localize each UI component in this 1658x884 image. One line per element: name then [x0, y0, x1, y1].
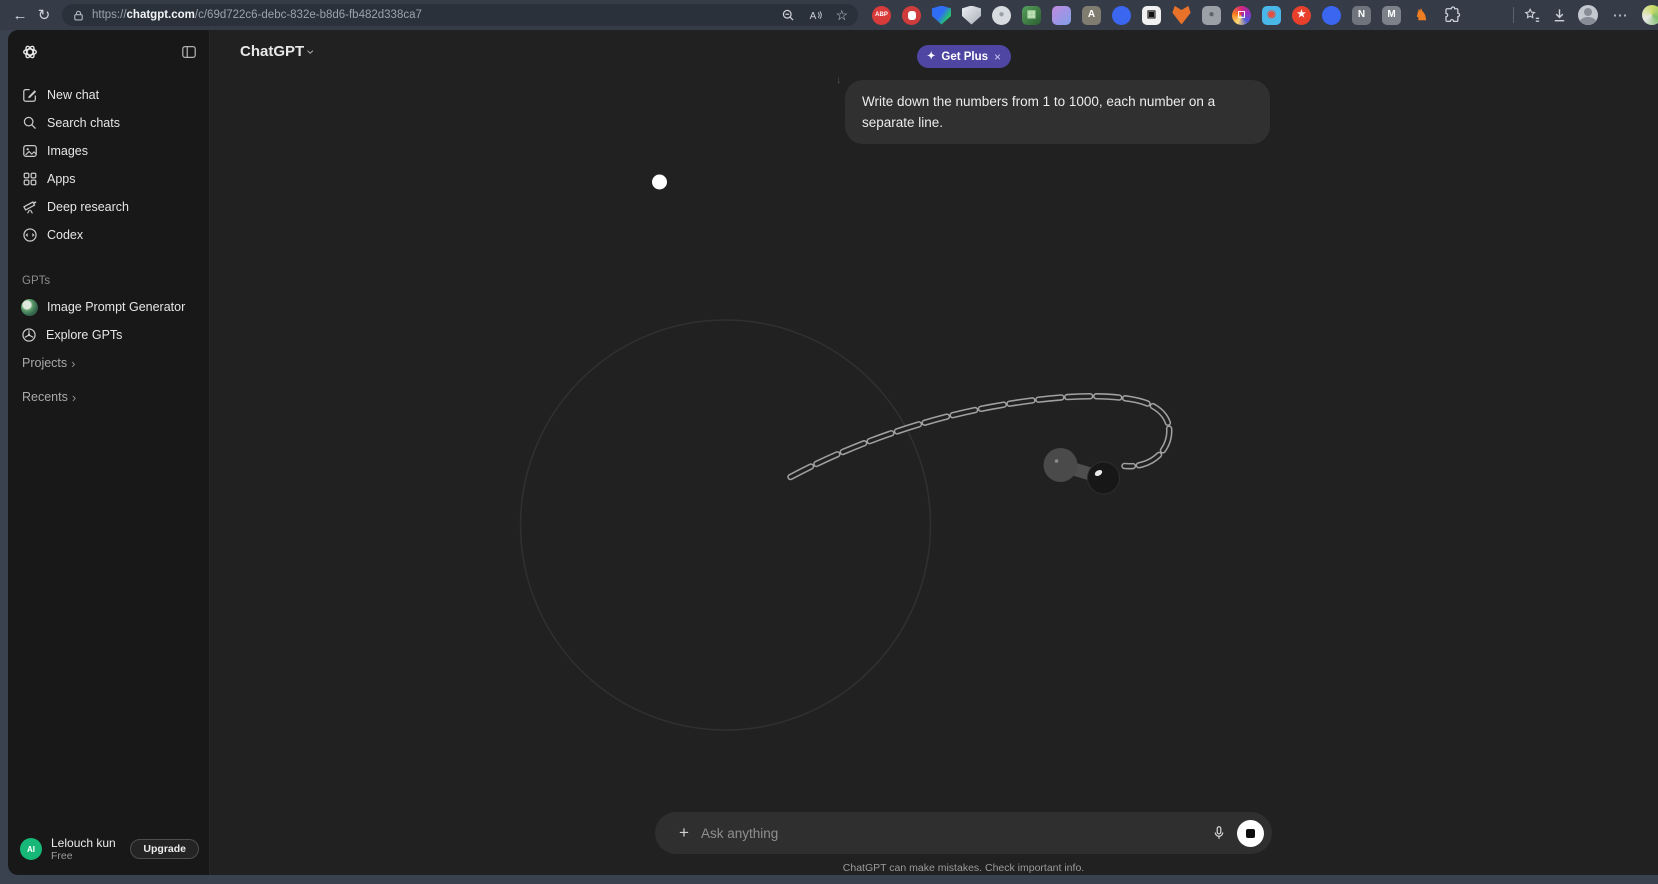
orbit-circle	[519, 319, 932, 731]
lock-icon	[72, 9, 85, 22]
extension-badge-light-icon[interactable]: ●	[992, 5, 1011, 25]
gpt-avatar-icon	[21, 298, 38, 316]
sidebar: New chat Search chats Images Apps Deep r…	[8, 30, 210, 875]
collapse-sidebar-icon[interactable]	[181, 44, 197, 60]
svg-text:A: A	[810, 10, 817, 21]
extension-gradient-purple-icon[interactable]	[1052, 5, 1071, 25]
extension-adblock-hand-icon[interactable]	[902, 5, 921, 25]
extension-adblock-plus-icon[interactable]: ABP	[872, 5, 891, 25]
chevron-right-icon: ›	[71, 355, 76, 371]
refresh-icon[interactable]: ↻	[32, 3, 56, 27]
sidebar-item-deep-research[interactable]: Deep research	[8, 193, 209, 221]
extension-instagram-icon[interactable]: ◻	[1232, 5, 1251, 25]
codex-icon	[23, 228, 37, 242]
extension-metamask-fox-icon[interactable]	[1172, 5, 1191, 25]
extension-extensions-puzzle-icon[interactable]	[1442, 6, 1461, 25]
browser-profile-avatar[interactable]	[1578, 5, 1598, 25]
sidebar-item-images[interactable]: Images	[8, 137, 209, 165]
sidebar-item-image-prompt-generator[interactable]: Image Prompt Generator	[8, 293, 209, 321]
explore-gpts-icon	[22, 328, 36, 342]
back-icon[interactable]: ←	[8, 3, 32, 27]
main-area: ChatGPT › ✦ Get Plus × ↓ Write down the …	[210, 30, 1658, 875]
extension-row: ABP ● ▦ A ▣ ● ◻ ◉ ★ N M ♞	[872, 5, 1461, 25]
desktop-frame: New chat Search chats Images Apps Deep r…	[0, 30, 1658, 884]
disclaimer-text: ChatGPT can make mistakes. Check importa…	[842, 862, 1085, 874]
search-icon	[23, 116, 36, 129]
extension-puzzle-blue-icon[interactable]	[1112, 5, 1131, 25]
toolbar-separator	[1513, 7, 1514, 23]
composer[interactable]: +	[655, 812, 1272, 854]
user-avatar: AI	[20, 838, 42, 860]
read-aloud-icon[interactable]: A	[808, 8, 823, 23]
browser-toolbar: ← ↻ https://chatgpt.com/c/69d722c6-debc-…	[0, 0, 1658, 30]
chatgpt-window: New chat Search chats Images Apps Deep r…	[8, 30, 1658, 875]
dumbbell	[1043, 448, 1120, 495]
profile-row[interactable]: AI Lelouch kun Free Upgrade	[8, 827, 209, 871]
profile-plan: Free	[51, 850, 73, 862]
edge-avatar-icon[interactable]	[1642, 5, 1658, 25]
mic-icon[interactable]	[1205, 819, 1233, 847]
chevron-right-icon: ›	[71, 389, 77, 405]
extension-letter-a-tan-icon[interactable]: A	[1082, 5, 1101, 25]
sidebar-item-codex[interactable]: Codex	[8, 221, 209, 249]
url-text: https://chatgpt.com/c/69d722c6-debc-832e…	[92, 9, 422, 21]
openai-logo-icon[interactable]	[21, 43, 39, 61]
extension-puzzle-blue-2-icon[interactable]	[1322, 5, 1341, 25]
message-input[interactable]	[701, 825, 1205, 841]
extension-shield-gray-icon[interactable]	[962, 5, 981, 25]
extension-cyan-red-dot-icon[interactable]: ◉	[1262, 5, 1281, 25]
sidebar-item-apps[interactable]: Apps	[8, 165, 209, 193]
stop-square-icon	[1246, 828, 1255, 838]
favorites-bar-icon[interactable]	[1524, 7, 1541, 24]
sidebar-item-recents[interactable]: Recents ›	[8, 383, 209, 411]
new-chat-icon	[23, 89, 37, 102]
upgrade-button[interactable]: Upgrade	[130, 839, 199, 859]
extension-orange-figure-icon[interactable]: ♞	[1412, 6, 1431, 25]
extension-black-frame-icon[interactable]: ▣	[1142, 5, 1161, 25]
extension-camera-gray-icon[interactable]: ●	[1202, 5, 1221, 25]
attach-plus-icon[interactable]: +	[671, 820, 697, 846]
downloads-icon[interactable]	[1551, 7, 1568, 24]
favorite-star-icon[interactable]: ☆	[835, 7, 848, 24]
extension-letter-n-icon[interactable]: N	[1352, 5, 1371, 25]
extension-shield-blue-icon[interactable]	[932, 5, 951, 25]
images-icon	[23, 145, 37, 157]
sidebar-item-explore-gpts[interactable]: Explore GPTs	[8, 321, 209, 349]
extension-letter-m-icon[interactable]: M	[1382, 5, 1401, 25]
sidebar-item-projects[interactable]: Projects ›	[8, 349, 209, 377]
extension-pixel-green-icon[interactable]: ▦	[1022, 5, 1041, 25]
zoom-out-icon[interactable]	[781, 8, 796, 23]
browser-menu-icon[interactable]: ⋯	[1608, 3, 1632, 27]
profile-name: Lelouch kun	[51, 836, 116, 850]
sidebar-item-search-chats[interactable]: Search chats	[8, 109, 209, 137]
sidebar-item-new-chat[interactable]: New chat	[8, 81, 209, 109]
telescope-icon	[23, 201, 37, 214]
chain-animation	[519, 174, 1173, 731]
extension-red-star-icon[interactable]: ★	[1292, 5, 1311, 25]
stop-generating-button[interactable]	[1237, 819, 1264, 847]
address-bar[interactable]: https://chatgpt.com/c/69d722c6-debc-832e…	[62, 4, 858, 26]
white-dot	[652, 174, 667, 190]
apps-grid-icon	[23, 172, 37, 186]
gpts-section-label: GPTs	[22, 275, 51, 287]
